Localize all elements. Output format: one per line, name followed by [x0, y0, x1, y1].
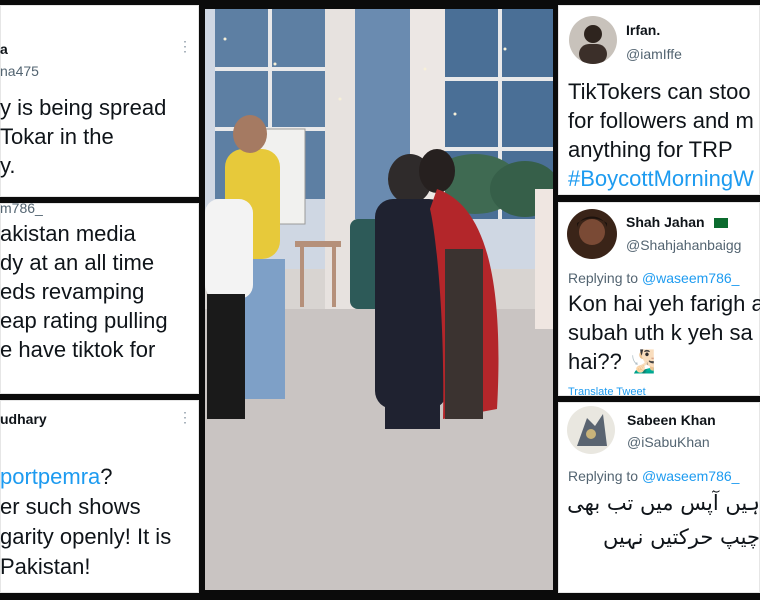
tweet-line-5: e have tiktok for	[0, 337, 156, 362]
author-name[interactable]: Sabeen Khan	[627, 412, 716, 428]
tweet-line-4: eap rating pulling	[0, 308, 168, 333]
reply-context: Replying to @waseem786_	[568, 270, 740, 286]
avatar[interactable]	[567, 406, 615, 454]
tweet-line-1: Kon hai yeh farigh a	[568, 291, 760, 316]
tweet-urdu-line-1: ہیں آپس میں تب بھی	[567, 491, 760, 515]
tweet-line-2: Tokar in the	[0, 124, 114, 149]
tweet-line-3: y.	[0, 153, 16, 178]
translate-tweet-link[interactable]: Translate Tweet	[568, 386, 646, 396]
tweet-card-1[interactable]: a na475 ⋮ y is being spread Tokar in the…	[0, 5, 199, 197]
author-handle[interactable]: m786_	[0, 203, 43, 216]
tweet-card-3[interactable]: udhary ⋮ portpemra? er such shows garity…	[0, 400, 199, 593]
tweet-line-1: akistan media	[0, 221, 136, 246]
tweet-line-3: anything for TRP	[568, 137, 733, 162]
reply-handle-link[interactable]: @waseem786_	[642, 468, 740, 484]
tweet-line-1: y is being spread	[0, 95, 167, 120]
reply-context: Replying to @waseem786_	[568, 468, 740, 484]
tweet-line-3: eds revamping	[0, 279, 145, 304]
author-name[interactable]: udhary	[0, 411, 47, 427]
tweet-line-1: TikTokers can stoo	[568, 79, 751, 104]
tweet-urdu-line-2: چیپ حرکتیں نہیں	[603, 525, 760, 549]
hashtag[interactable]: portpemra	[0, 464, 100, 489]
tweet-line-3: Pakistan!	[0, 554, 91, 579]
tweet-line-2: subah uth k yeh sa	[568, 320, 753, 345]
more-dots-icon[interactable]: ⋮	[178, 39, 192, 53]
more-dots-icon[interactable]: ⋮	[178, 410, 192, 424]
tweet-line-2: garity openly! It is	[0, 524, 172, 549]
author-handle[interactable]: @iSabuKhan	[627, 434, 710, 450]
author-handle[interactable]: @iamIffe	[626, 46, 682, 62]
author-handle[interactable]: @Shahjahanbaigg	[626, 237, 741, 253]
tweet-card-2[interactable]: m786_ akistan media dy at an all time ed…	[0, 203, 199, 394]
author-name[interactable]: a	[0, 41, 8, 57]
tweet-card-5[interactable]: Shah Jahan @Shahjahanbaigg Replying to @…	[558, 202, 760, 396]
tweet-line-1: er such shows	[0, 494, 141, 519]
hashtag[interactable]: #BoycottMorningW	[568, 164, 754, 193]
pakistan-flag-icon	[709, 218, 728, 228]
tweet-line-2: dy at an all time	[0, 250, 155, 275]
tweet-line-0: portpemra?	[0, 464, 113, 489]
tweet-card-4[interactable]: Irfan. @iamIffe TikTokers can stoo for f…	[558, 5, 760, 195]
avatar[interactable]	[569, 16, 617, 64]
tv-show-scene-illustration	[205, 9, 553, 590]
reply-handle-link[interactable]: @waseem786_	[642, 270, 740, 286]
tweet-card-6[interactable]: Sabeen Khan @iSabuKhan Replying to @wase…	[558, 402, 760, 593]
author-name[interactable]: Irfan.	[626, 22, 660, 38]
tweet-line-3: hai?? 🧏🏻‍♂️	[568, 349, 656, 374]
video-frame	[205, 9, 553, 590]
avatar[interactable]	[567, 209, 617, 259]
tweet-line-2: for followers and m	[568, 108, 754, 133]
author-name[interactable]: Shah Jahan	[626, 214, 728, 230]
author-handle[interactable]: na475	[0, 63, 39, 79]
